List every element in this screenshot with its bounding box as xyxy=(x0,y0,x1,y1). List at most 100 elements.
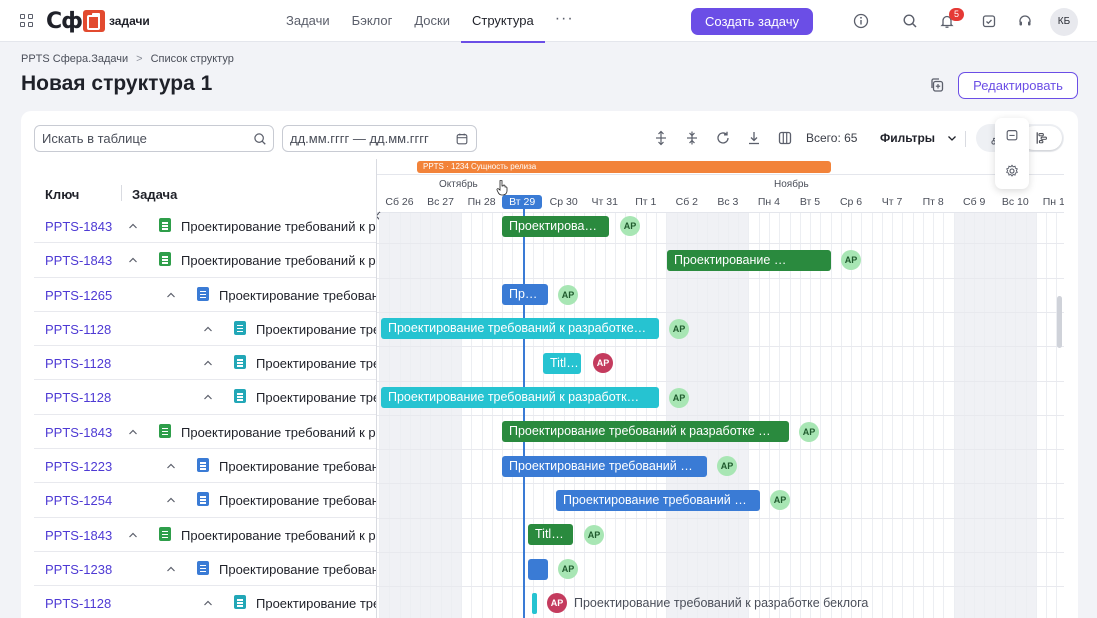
table-row[interactable]: PPTS-1238 Проектирование требований к раз… xyxy=(34,552,376,587)
gantt-bar[interactable]: Проектирование требований к разработке… xyxy=(381,318,659,340)
gantt-bar[interactable]: Проектирование … xyxy=(667,249,831,271)
gantt-bar[interactable]: Проектирование требований к разработк… xyxy=(381,387,659,408)
columns-icon[interactable] xyxy=(777,130,793,146)
nav-structure[interactable]: Структура xyxy=(461,0,545,43)
task-key-link[interactable]: PPTS-1265 xyxy=(45,288,112,303)
task-title[interactable]: Проектирование требований к разработке б… xyxy=(219,288,376,303)
copy-icon[interactable] xyxy=(929,77,945,93)
assignee-avatar[interactable]: АР xyxy=(770,490,790,511)
task-title[interactable]: Проектирование требований к разработке б… xyxy=(219,493,376,508)
date-range-field[interactable] xyxy=(282,125,477,152)
chevron-up-icon[interactable] xyxy=(165,563,177,575)
assignee-avatar[interactable]: АР xyxy=(593,353,613,374)
gantt-bar[interactable]: Проектирование требований … xyxy=(556,489,760,511)
gantt-scrollbar[interactable] xyxy=(1057,296,1062,348)
chevron-up-icon[interactable] xyxy=(127,426,139,438)
task-key-link[interactable]: PPTS-1238 xyxy=(45,562,112,577)
table-row[interactable]: PPTS-1254 Проектирование требований к раз… xyxy=(34,483,376,518)
chevron-up-icon[interactable] xyxy=(202,597,214,609)
gear-icon[interactable] xyxy=(1005,164,1019,178)
chevron-up-icon[interactable] xyxy=(165,494,177,506)
chevron-down-icon[interactable] xyxy=(946,132,958,144)
create-task-button[interactable]: Создать задачу xyxy=(691,8,813,35)
column-header-key[interactable]: Ключ xyxy=(45,187,79,202)
calendar-icon[interactable] xyxy=(455,132,469,146)
table-search[interactable] xyxy=(34,125,274,152)
table-row[interactable]: PPTS-1128 Проектирование требований к раз… xyxy=(34,586,376,618)
chevron-up-icon[interactable] xyxy=(202,357,214,369)
task-title[interactable]: Проектирование требований к разработке б… xyxy=(181,253,376,268)
info-icon[interactable] xyxy=(853,13,869,29)
search-input[interactable] xyxy=(42,131,242,146)
task-title[interactable]: Проектирование требований к разработке б… xyxy=(181,425,376,440)
task-title[interactable]: Проектирование требований к разработке б… xyxy=(219,459,376,474)
assignee-avatar[interactable]: АР xyxy=(620,216,640,236)
date-range-input[interactable] xyxy=(290,131,450,146)
nav-more-button[interactable]: ··· xyxy=(545,0,584,42)
assignee-avatar[interactable]: АР xyxy=(558,559,578,579)
gantt-bar[interactable]: Проектирование требований к разработке … xyxy=(502,421,789,443)
calendar-check-icon[interactable] xyxy=(1005,128,1019,142)
filters-button[interactable]: Фильтры xyxy=(880,131,935,145)
task-title[interactable]: Проектирование требований к разработке б… xyxy=(256,322,376,337)
task-title[interactable]: Проектирование требований к разработке б… xyxy=(181,219,376,234)
support-headset-icon[interactable] xyxy=(1017,13,1033,29)
task-key-link[interactable]: PPTS-1843 xyxy=(45,253,112,268)
assignee-avatar[interactable]: АР xyxy=(841,250,861,271)
table-row[interactable]: PPTS-1223 Проектирование требований к раз… xyxy=(34,449,376,484)
task-title[interactable]: Проектирование требований к разработке б… xyxy=(256,596,376,611)
breadcrumb-item-structures[interactable]: Список структур xyxy=(151,53,234,65)
edit-button[interactable]: Редактировать xyxy=(958,72,1078,99)
table-row[interactable]: PPTS-1843 Проектирование требований к раз… xyxy=(34,209,376,244)
task-title[interactable]: Проектирование требований к разработке б… xyxy=(256,356,376,371)
task-key-link[interactable]: PPTS-1843 xyxy=(45,528,112,543)
gantt-bar[interactable] xyxy=(532,592,537,614)
gantt-bar[interactable] xyxy=(528,558,548,580)
gantt-bar[interactable]: Проектирова… xyxy=(502,215,609,237)
task-key-link[interactable]: PPTS-1128 xyxy=(45,596,111,611)
gantt-bar[interactable]: Titl… xyxy=(543,352,581,374)
assignee-avatar[interactable]: АР xyxy=(669,387,689,408)
search-icon[interactable] xyxy=(902,13,918,29)
release-bar[interactable]: PPTS · 1234 Сущность релиза xyxy=(417,161,831,173)
table-row[interactable]: PPTS-1843 Проектирование требований к раз… xyxy=(34,243,376,278)
task-key-link[interactable]: PPTS-1128 xyxy=(45,356,111,371)
gantt-bar[interactable]: Titl… xyxy=(528,524,573,546)
chevron-up-icon[interactable] xyxy=(127,220,139,232)
gantt-bar[interactable]: Проектирование требований … xyxy=(502,455,707,477)
collapse-rows-icon[interactable] xyxy=(684,130,700,146)
logo[interactable]: Сф задачи xyxy=(46,8,150,34)
task-key-link[interactable]: PPTS-1843 xyxy=(45,425,112,440)
table-row[interactable]: PPTS-1128 Проектирование требований к раз… xyxy=(34,312,376,347)
assignee-avatar[interactable]: АР xyxy=(717,456,737,477)
task-key-link[interactable]: PPTS-1843 xyxy=(45,219,112,234)
breadcrumb-item-project[interactable]: PPTS Сфера.Задачи xyxy=(21,53,128,65)
task-title[interactable]: Проектирование требований к разработке б… xyxy=(256,390,376,405)
assignee-avatar[interactable]: АР xyxy=(558,284,578,305)
assignee-avatar[interactable]: АР xyxy=(799,421,819,442)
nav-tasks[interactable]: Задачи xyxy=(275,0,341,42)
download-icon[interactable] xyxy=(746,130,762,146)
table-row[interactable]: PPTS-1843 Проектирование требований к раз… xyxy=(34,518,376,552)
gantt-bar[interactable]: Пр… xyxy=(502,284,548,306)
task-key-link[interactable]: PPTS-1223 xyxy=(45,459,112,474)
assignee-avatar[interactable]: АР xyxy=(669,318,689,339)
chevron-up-icon[interactable] xyxy=(127,254,139,266)
calendar-check-icon[interactable] xyxy=(981,13,997,29)
nav-boards[interactable]: Доски xyxy=(403,0,461,42)
table-row[interactable]: PPTS-1265 Проектирование требований к раз… xyxy=(34,278,376,312)
column-header-task[interactable]: Задача xyxy=(132,187,177,202)
expand-rows-icon[interactable] xyxy=(653,130,669,146)
nav-backlog[interactable]: Бэклог xyxy=(341,0,404,42)
chevron-up-icon[interactable] xyxy=(127,529,139,541)
chevron-up-icon[interactable] xyxy=(202,323,214,335)
task-key-link[interactable]: PPTS-1128 xyxy=(45,390,111,405)
task-key-link[interactable]: PPTS-1128 xyxy=(45,322,111,337)
chevron-up-icon[interactable] xyxy=(165,289,177,301)
column-separator[interactable] xyxy=(121,185,122,201)
chevron-up-icon[interactable] xyxy=(165,460,177,472)
refresh-icon[interactable] xyxy=(715,130,731,146)
assignee-avatar[interactable]: АР xyxy=(584,524,604,545)
task-title[interactable]: Проектирование требований к разработке б… xyxy=(219,562,376,577)
apps-grid-icon[interactable] xyxy=(20,14,33,27)
